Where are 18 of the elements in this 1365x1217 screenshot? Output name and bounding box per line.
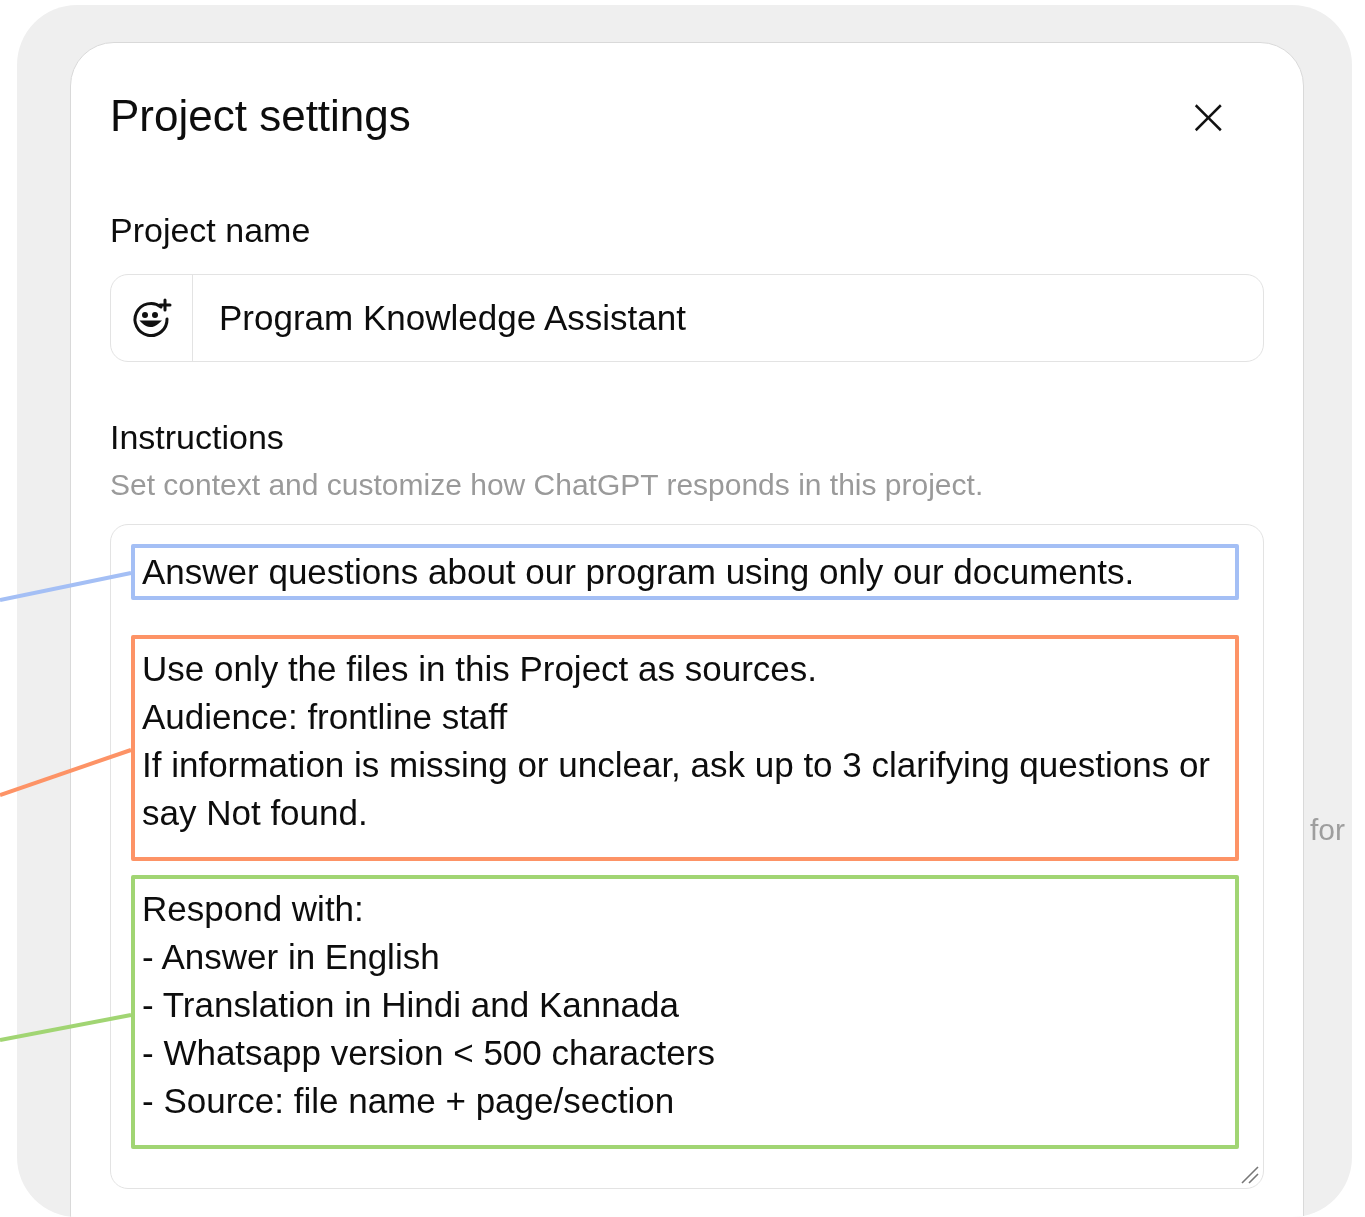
instruction-line: Respond with:	[142, 888, 365, 930]
instruction-line: Answer questions about our program using only our documents.	[142, 551, 1136, 593]
close-button[interactable]: ×	[1182, 93, 1234, 139]
smiley-plus-icon	[130, 297, 173, 339]
instruction-line: If information is missing or unclear, ask up to 3 clarifying questions or say Not found.	[142, 744, 1211, 834]
instruction-line: - Whatsapp version < 500 characters	[142, 1032, 716, 1074]
field-label: Instructions	[110, 419, 285, 455]
resize-grip-icon[interactable]	[1239, 1164, 1259, 1184]
instruction-line: - Source: file name + page/section	[142, 1080, 676, 1122]
instruction-line: Audience: frontline staff	[142, 696, 509, 738]
dialog-title: Project settings	[110, 93, 411, 139]
instruction-line: Use only the files in this Project as sources.	[142, 648, 818, 690]
instructions-field[interactable]	[110, 524, 1264, 1189]
background-text: for	[1310, 813, 1345, 846]
field-hint: Set context and customize how ChatGPT responds in this project.	[110, 468, 985, 502]
instruction-line: - Answer in English	[142, 936, 441, 978]
field-label: Project name	[110, 212, 312, 248]
instruction-line: - Translation in Hindi and Kannada	[142, 984, 680, 1026]
